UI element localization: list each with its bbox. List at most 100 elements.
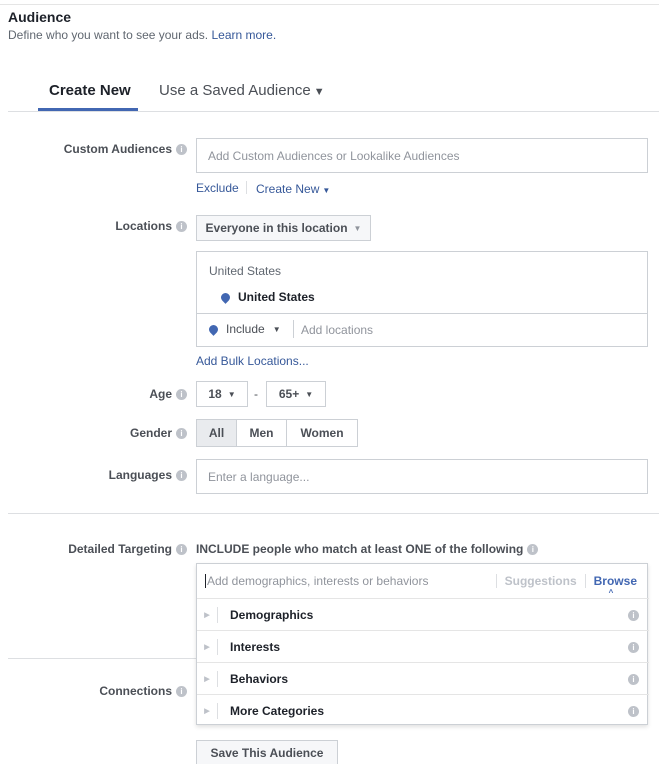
expand-arrow-icon: ▶ — [204, 612, 210, 619]
add-locations-input[interactable]: Add locations — [301, 323, 373, 337]
detailed-targeting-placeholder: Add demographics, interests or behaviors — [207, 573, 429, 588]
section-divider-left — [8, 658, 197, 659]
custom-audiences-label: Custom Audiences i — [64, 142, 187, 156]
include-dropdown[interactable]: Include ▼ — [207, 322, 281, 336]
locations-label-text: Locations — [115, 219, 172, 233]
section-subtitle: Define who you want to see your ads. Lea… — [8, 28, 276, 42]
browse-button[interactable]: Browse ^ — [593, 573, 637, 597]
caret-down-icon: ▼ — [353, 223, 362, 233]
languages-input[interactable]: Enter a language... — [196, 459, 648, 494]
info-icon[interactable]: i — [176, 686, 187, 697]
tab-saved-label: Use a Saved Audience — [159, 82, 311, 99]
selected-location[interactable]: United States — [219, 290, 315, 304]
create-new-label: Create New — [256, 182, 320, 196]
save-audience-button[interactable]: Save This Audience — [196, 740, 338, 764]
section-title: Audience — [8, 9, 72, 25]
languages-label-text: Languages — [108, 468, 172, 482]
locations-box: United States United States Include ▼ Add… — [196, 251, 648, 347]
info-icon[interactable]: i — [176, 389, 187, 400]
detailed-targeting-label: Detailed Targeting i — [68, 542, 187, 556]
detailed-targeting-panel: Add demographics, interests or behaviors… — [196, 563, 649, 727]
category-behaviors[interactable]: ▶ Behaviors i — [197, 662, 649, 695]
info-icon[interactable]: i — [527, 544, 539, 555]
gender-segmented-control: All Men Women — [196, 419, 358, 447]
gender-men-button[interactable]: Men — [237, 420, 287, 446]
top-divider — [0, 4, 659, 5]
info-icon[interactable]: i — [628, 641, 639, 653]
gender-label: Gender i — [130, 426, 187, 440]
caret-down-icon: ▼ — [272, 324, 281, 334]
item-separator — [217, 671, 218, 687]
category-label: Interests — [230, 640, 281, 654]
location-pin-icon — [219, 290, 232, 304]
tab-saved-audience[interactable]: Use a Saved Audience ▼ — [159, 82, 325, 99]
create-new-dropdown[interactable]: Create New ▼ — [256, 182, 330, 196]
gender-all-button[interactable]: All — [197, 420, 237, 446]
include-label: Include — [226, 322, 265, 336]
location-pin-icon — [207, 322, 220, 336]
caret-down-icon: ▼ — [305, 389, 314, 399]
detailed-targeting-label-text: Detailed Targeting — [68, 542, 172, 556]
location-mode-dropdown[interactable]: Everyone in this location ▼ — [196, 215, 371, 241]
link-separator — [246, 181, 247, 194]
info-icon[interactable]: i — [176, 221, 187, 232]
add-bulk-locations-link[interactable]: Add Bulk Locations... — [196, 354, 309, 368]
info-icon[interactable]: i — [176, 470, 187, 481]
age-min-select[interactable]: 18 ▼ — [196, 381, 248, 407]
caret-down-icon: ▼ — [322, 186, 331, 195]
custom-audiences-placeholder: Add Custom Audiences or Lookalike Audien… — [208, 148, 460, 163]
exclude-link[interactable]: Exclude — [196, 181, 239, 195]
age-dash: - — [254, 387, 258, 401]
caret-up-icon: ^ — [608, 587, 614, 597]
category-interests[interactable]: ▶ Interests i — [197, 630, 649, 663]
include-separator — [293, 320, 294, 338]
info-icon[interactable]: i — [628, 609, 639, 621]
include-criteria-text: INCLUDE people who match at least ONE of… — [196, 542, 539, 556]
age-max-select[interactable]: 65+ ▼ — [266, 381, 326, 407]
selected-location-label: United States — [238, 290, 315, 304]
item-separator — [217, 703, 218, 719]
search-separator — [495, 573, 497, 588]
location-mode-label: Everyone in this location — [205, 221, 348, 235]
learn-more-link[interactable]: Learn more. — [211, 28, 276, 42]
detailed-targeting-search[interactable]: Add demographics, interests or behaviors… — [197, 564, 647, 597]
custom-audiences-label-text: Custom Audiences — [63, 142, 172, 156]
gender-women-button[interactable]: Women — [287, 420, 357, 446]
info-icon[interactable]: i — [176, 544, 187, 555]
category-label: Demographics — [230, 608, 314, 622]
info-icon[interactable]: i — [628, 705, 639, 717]
search-separator — [584, 573, 586, 588]
section-divider — [8, 513, 659, 514]
suggestions-button[interactable]: Suggestions — [505, 574, 577, 588]
info-icon[interactable]: i — [176, 428, 187, 439]
languages-label: Languages i — [109, 468, 187, 482]
category-demographics[interactable]: ▶ Demographics i — [197, 598, 649, 631]
expand-arrow-icon: ▶ — [204, 644, 210, 651]
category-more[interactable]: ▶ More Categories i — [197, 694, 649, 727]
browse-label: Browse — [593, 573, 637, 588]
subtitle-text: Define who you want to see your ads. — [8, 28, 209, 42]
location-group-title: United States — [209, 264, 282, 278]
tab-create-new[interactable]: Create New — [49, 82, 131, 99]
info-icon[interactable]: i — [628, 673, 639, 685]
age-max-value: 65+ — [278, 387, 300, 401]
expand-arrow-icon: ▶ — [204, 676, 210, 683]
age-label-text: Age — [149, 387, 172, 401]
info-icon[interactable]: i — [176, 144, 187, 155]
item-separator — [217, 639, 218, 655]
locations-box-divider — [197, 313, 647, 314]
tabs-divider — [8, 111, 659, 112]
include-criteria-label: INCLUDE people who match at least ONE of… — [196, 542, 524, 556]
custom-audiences-input[interactable]: Add Custom Audiences or Lookalike Audien… — [196, 138, 648, 173]
connections-label-text: Connections — [99, 684, 172, 698]
category-label: More Categories — [230, 704, 325, 718]
category-label: Behaviors — [230, 672, 289, 686]
caret-down-icon: ▼ — [227, 389, 236, 399]
connections-label: Connections i — [99, 684, 187, 698]
expand-arrow-icon: ▶ — [204, 708, 210, 715]
gender-label-text: Gender — [129, 426, 172, 440]
caret-down-icon: ▼ — [313, 86, 325, 98]
item-separator — [217, 607, 218, 623]
age-min-value: 18 — [208, 387, 222, 401]
languages-placeholder: Enter a language... — [208, 469, 310, 484]
